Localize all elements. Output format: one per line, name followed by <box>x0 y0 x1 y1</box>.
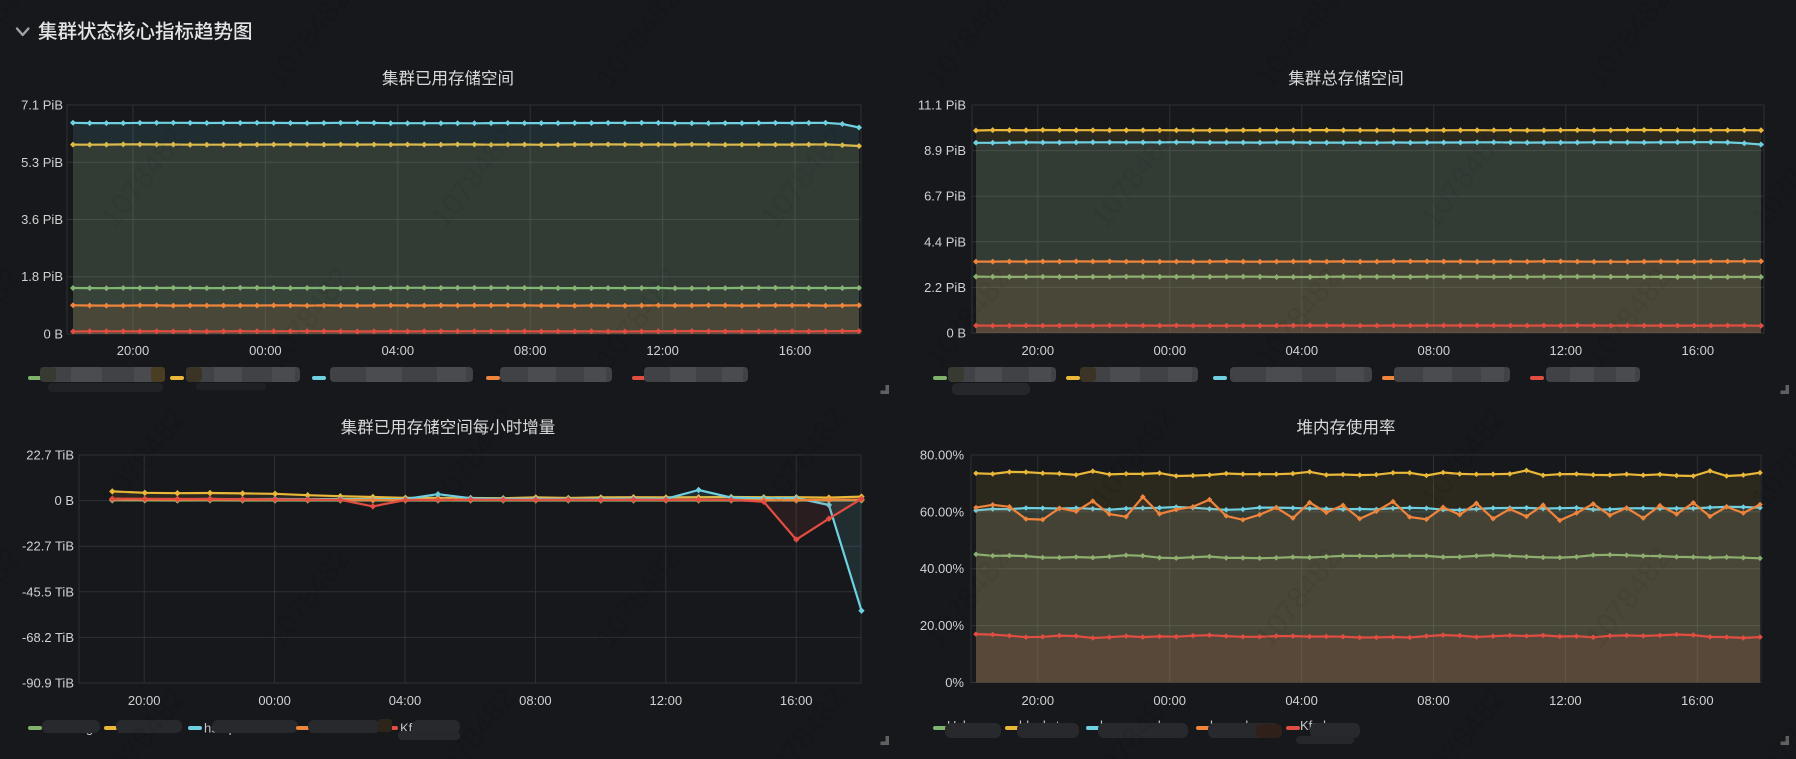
svg-text:22.7 TiB: 22.7 TiB <box>26 448 74 463</box>
svg-text:-45.5 TiB: -45.5 TiB <box>22 584 74 599</box>
svg-text:12:00: 12:00 <box>1550 343 1583 358</box>
svg-text:00:00: 00:00 <box>258 693 291 708</box>
svg-text:08:00: 08:00 <box>519 693 552 708</box>
svg-text:7.1 PiB: 7.1 PiB <box>21 98 63 113</box>
svg-text:12:00: 12:00 <box>646 343 679 358</box>
svg-text:3.6 PiB: 3.6 PiB <box>21 212 63 227</box>
svg-text:08:00: 08:00 <box>514 343 547 358</box>
svg-text:0 B: 0 B <box>54 493 74 508</box>
svg-text:集群总存储空间: 集群总存储空间 <box>1288 65 1404 89</box>
svg-text:20:00: 20:00 <box>1022 693 1055 708</box>
svg-text:堆内存使用率: 堆内存使用率 <box>1297 414 1396 438</box>
svg-text:集群已用存储空间每小时增量: 集群已用存储空间每小时增量 <box>341 414 556 438</box>
svg-text:-22.7 TiB: -22.7 TiB <box>22 539 74 554</box>
svg-text:1.8 PiB: 1.8 PiB <box>21 269 63 284</box>
svg-text:80.00%: 80.00% <box>920 448 965 463</box>
svg-text:08:00: 08:00 <box>1417 693 1450 708</box>
svg-text:20:00: 20:00 <box>1022 343 1055 358</box>
svg-text:04:00: 04:00 <box>382 343 415 358</box>
svg-text:20:00: 20:00 <box>117 343 150 358</box>
svg-text:16:00: 16:00 <box>779 343 812 358</box>
svg-text:0%: 0% <box>945 675 964 690</box>
svg-text:16:00: 16:00 <box>1681 693 1714 708</box>
svg-text:40.00%: 40.00% <box>920 561 965 576</box>
svg-text:-68.2 TiB: -68.2 TiB <box>22 630 74 645</box>
svg-text:-90.9 TiB: -90.9 TiB <box>22 676 74 691</box>
svg-text:60.00%: 60.00% <box>920 504 965 519</box>
svg-text:8.9 PiB: 8.9 PiB <box>924 143 966 158</box>
svg-text:2.2 PiB: 2.2 PiB <box>924 280 966 295</box>
svg-text:04:00: 04:00 <box>389 693 422 708</box>
svg-text:00:00: 00:00 <box>1154 343 1187 358</box>
svg-text:12:00: 12:00 <box>1549 693 1582 708</box>
svg-text:5.3 PiB: 5.3 PiB <box>21 155 63 170</box>
svg-text:12:00: 12:00 <box>650 693 683 708</box>
svg-text:0 B: 0 B <box>43 327 63 342</box>
svg-text:08:00: 08:00 <box>1418 343 1451 358</box>
svg-text:集群已用存储空间: 集群已用存储空间 <box>382 65 514 89</box>
svg-text:16:00: 16:00 <box>1682 343 1715 358</box>
svg-text:4.4 PiB: 4.4 PiB <box>924 234 966 249</box>
svg-text:集群状态核心指标趋势图: 集群状态核心指标趋势图 <box>38 15 253 44</box>
svg-text:04:00: 04:00 <box>1285 693 1318 708</box>
svg-text:6.7 PiB: 6.7 PiB <box>924 189 966 204</box>
svg-text:11.1 PiB: 11.1 PiB <box>918 98 966 113</box>
